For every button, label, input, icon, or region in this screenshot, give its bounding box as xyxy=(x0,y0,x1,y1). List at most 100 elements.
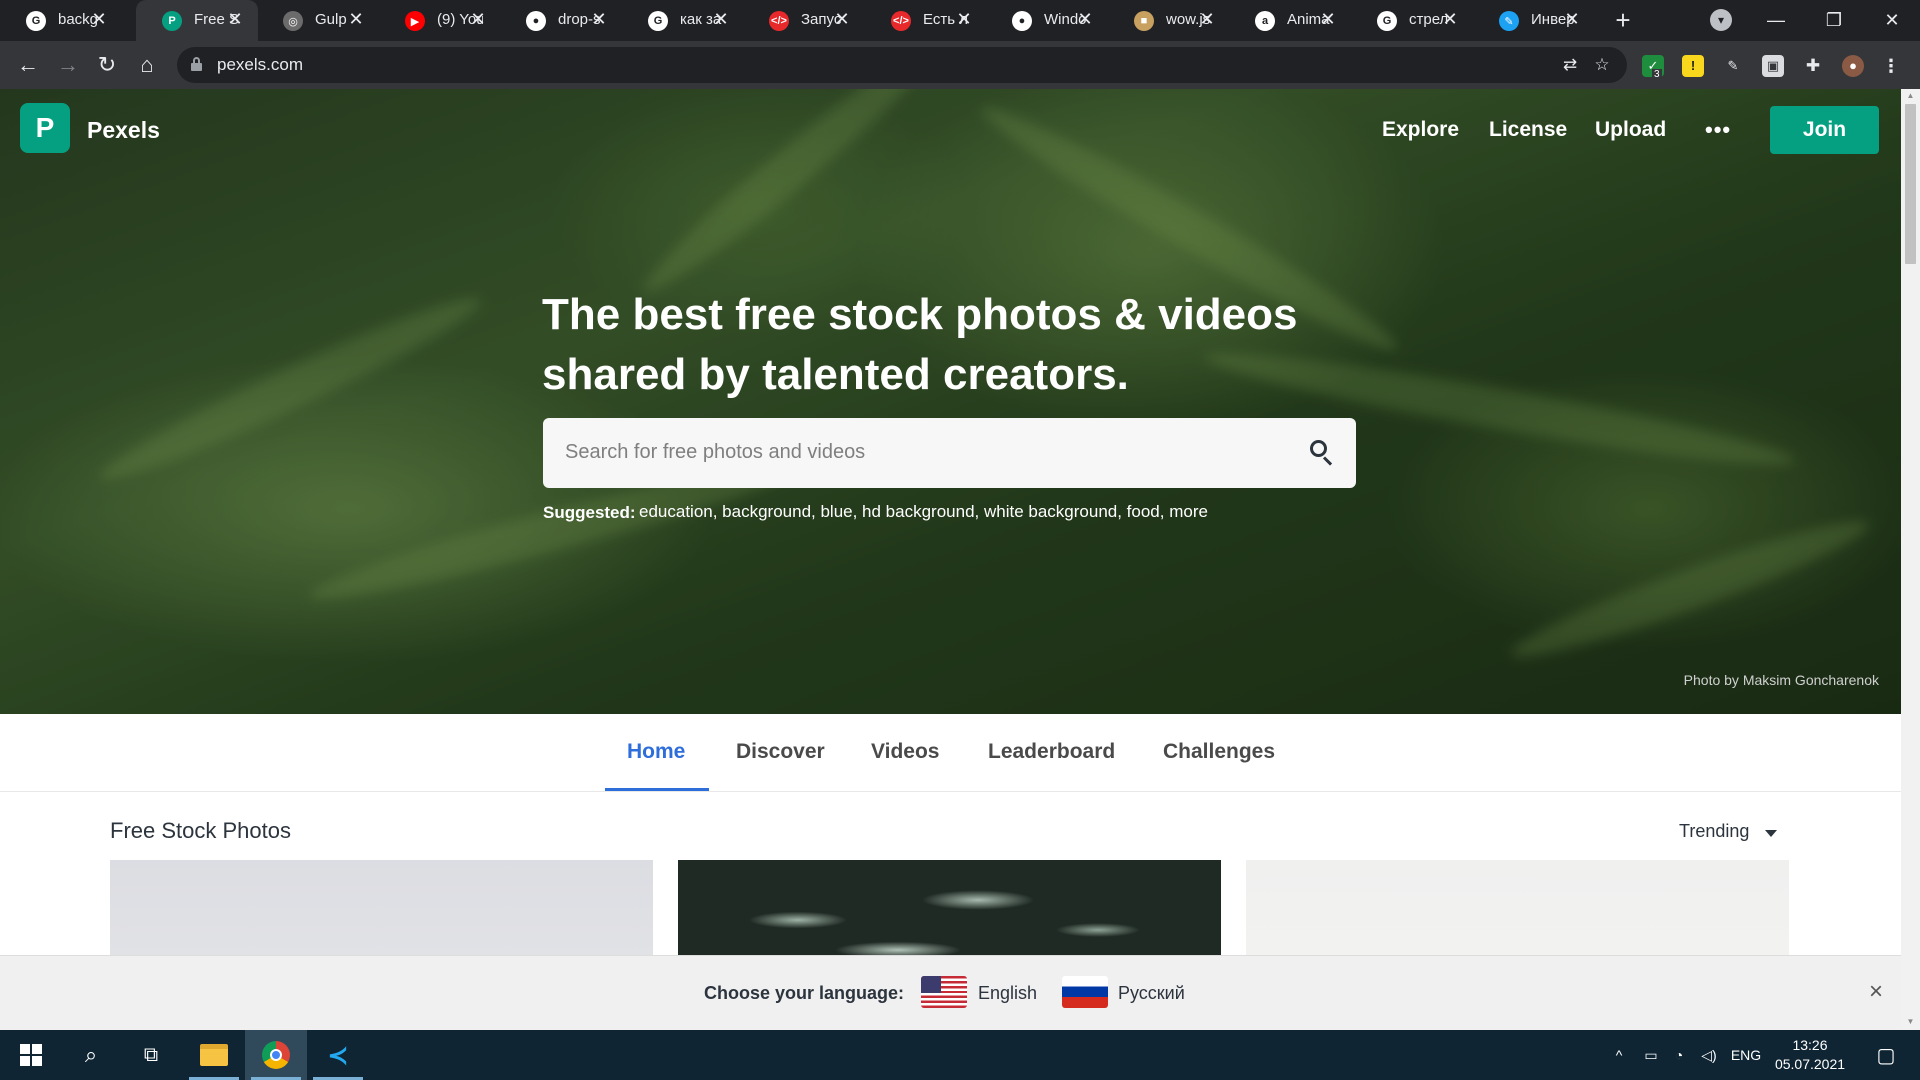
tray-chevron-icon[interactable]: ^ xyxy=(1604,1030,1634,1080)
minimize-button[interactable]: — xyxy=(1747,0,1805,41)
suggested-keywords[interactable]: education, background, blue, hd backgrou… xyxy=(639,502,1208,522)
tab-close-icon[interactable]: ✕ xyxy=(831,8,853,30)
task-view-icon[interactable]: ⧉ xyxy=(120,1030,182,1080)
forward-button[interactable]: → xyxy=(54,51,82,79)
chevron-down-icon[interactable] xyxy=(1765,830,1777,837)
browser-tab[interactable]: ✎ Инвер ✕ xyxy=(1473,0,1595,41)
clock[interactable]: 13:26 05.07.2021 xyxy=(1765,1036,1855,1074)
active-tab-indicator xyxy=(605,788,709,791)
profile-avatar[interactable]: ● xyxy=(1842,55,1864,77)
tab-close-icon[interactable]: ✕ xyxy=(224,8,246,30)
tab-close-icon[interactable]: ✕ xyxy=(1561,8,1583,30)
browser-tab[interactable]: ● drop-s ✕ xyxy=(500,0,622,41)
image-icon: ■ xyxy=(1134,11,1154,31)
scroll-up-icon[interactable]: ▲ xyxy=(1905,91,1916,101)
browser-tab[interactable]: Gстрел ✕ xyxy=(1351,0,1473,41)
window-extension-icon[interactable]: ▣ xyxy=(1762,55,1784,77)
language-title: Choose your language: xyxy=(704,983,905,1003)
search-box[interactable]: Search for free photos and videos xyxy=(543,418,1356,488)
hero-headline: The best free stock photos & videos shar… xyxy=(542,285,1362,405)
translate-icon[interactable]: ⇄ xyxy=(1560,55,1580,75)
tab-close-icon[interactable]: ✕ xyxy=(1074,8,1096,30)
chrome-icon[interactable] xyxy=(245,1030,307,1080)
tab-close-icon[interactable]: ✕ xyxy=(88,8,110,30)
tab-home[interactable]: Home xyxy=(627,740,685,764)
globe-icon: ◎ xyxy=(283,11,303,31)
restore-button[interactable]: ❐ xyxy=(1805,0,1863,41)
extensions-puzzle-icon[interactable]: ✚ xyxy=(1802,55,1824,77)
tab-close-icon[interactable]: ✕ xyxy=(1317,8,1339,30)
windows-icon xyxy=(20,1044,42,1066)
browser-menu-icon[interactable]: ⋮ xyxy=(1880,55,1902,77)
lock-icon[interactable] xyxy=(191,57,202,71)
taskbar: ⌕ ⧉ ≺ ^ ▭ ◔ ◁) ENG 13:26 05.07.2021 ▢ xyxy=(0,1030,1920,1080)
start-button[interactable] xyxy=(0,1030,62,1080)
tab-close-icon[interactable]: ✕ xyxy=(345,8,367,30)
code-icon: </> xyxy=(891,11,911,31)
tab-close-icon[interactable]: ✕ xyxy=(467,8,489,30)
pexels-logo[interactable]: P xyxy=(20,103,70,153)
search-taskbar-icon[interactable]: ⌕ xyxy=(60,1030,122,1080)
tab-discover[interactable]: Discover xyxy=(736,740,825,764)
clock-time: 13:26 xyxy=(1792,1037,1828,1053)
clock-date: 05.07.2021 xyxy=(1774,1056,1846,1072)
us-flag-icon[interactable] xyxy=(921,976,967,1008)
browser-tab[interactable]: Gbackg ✕ xyxy=(0,0,122,41)
url-text[interactable]: pexels.com xyxy=(217,55,303,75)
language-russian[interactable]: Русский xyxy=(1118,983,1185,1004)
browser-tab[interactable]: </> Есть л ✕ xyxy=(865,0,987,41)
file-explorer-icon[interactable] xyxy=(183,1030,245,1080)
browser-tab[interactable]: </> Запус ✕ xyxy=(743,0,865,41)
sort-dropdown[interactable]: Trending xyxy=(1679,821,1749,842)
tab-leaderboard[interactable]: Leaderboard xyxy=(988,740,1115,764)
browser-tab[interactable]: ● Windo ✕ xyxy=(986,0,1108,41)
browser-tab[interactable]: ■ wow.js ✕ xyxy=(1108,0,1230,41)
input-language[interactable]: ENG xyxy=(1728,1030,1764,1080)
note-extension-icon[interactable]: ! xyxy=(1682,55,1704,77)
eyedropper-extension-icon[interactable]: ✎ xyxy=(1722,55,1744,77)
reload-button[interactable]: ↻ xyxy=(93,51,121,79)
bookmark-star-icon[interactable]: ☆ xyxy=(1592,55,1612,75)
tab-close-icon[interactable]: ✕ xyxy=(710,8,732,30)
join-button[interactable]: Join xyxy=(1770,106,1879,154)
photo-credit[interactable]: Photo by Maksim Goncharenok xyxy=(1684,672,1879,688)
more-menu-icon[interactable]: ••• xyxy=(1705,117,1731,143)
address-bar[interactable]: pexels.com ⇄ ☆ xyxy=(177,47,1627,83)
tab-close-icon[interactable]: ✕ xyxy=(1439,8,1461,30)
search-icon[interactable] xyxy=(1310,440,1336,466)
tab-challenges[interactable]: Challenges xyxy=(1163,740,1275,764)
browser-tab[interactable]: ▶ (9) You ✕ xyxy=(379,0,501,41)
browser-tab[interactable]: a Anima ✕ xyxy=(1229,0,1351,41)
scrollbar[interactable]: ▲ ▼ xyxy=(1901,89,1920,1030)
wifi-icon[interactable]: ◔ xyxy=(1664,1030,1694,1080)
tab-close-icon[interactable]: ✕ xyxy=(953,8,975,30)
content-tabs: Home Discover Videos Leaderboard Challen… xyxy=(0,714,1901,792)
tab-videos[interactable]: Videos xyxy=(871,740,939,764)
browser-tab[interactable]: Gкак за ✕ xyxy=(622,0,744,41)
browser-tab[interactable]: P Free S ✕ xyxy=(136,0,258,41)
russia-flag-icon[interactable] xyxy=(1062,976,1108,1008)
scroll-down-icon[interactable]: ▼ xyxy=(1905,1017,1916,1027)
language-english[interactable]: English xyxy=(978,983,1037,1004)
close-window-button[interactable]: ✕ xyxy=(1863,0,1920,41)
brand-name[interactable]: Pexels xyxy=(87,117,160,144)
nav-upload[interactable]: Upload xyxy=(1595,118,1666,142)
scroll-thumb[interactable] xyxy=(1905,104,1916,264)
nav-license[interactable]: License xyxy=(1489,118,1567,142)
browser-tab[interactable]: ◎ Gulp ✕ xyxy=(257,0,379,41)
tab-close-icon[interactable]: ✕ xyxy=(588,8,610,30)
back-button[interactable]: ← xyxy=(14,51,42,79)
search-input[interactable]: Search for free photos and videos xyxy=(565,441,865,464)
tab-close-icon[interactable]: ✕ xyxy=(1196,8,1218,30)
nav-explore[interactable]: Explore xyxy=(1382,118,1459,142)
volume-icon[interactable]: ◁) xyxy=(1694,1030,1724,1080)
tab-search-icon[interactable]: ▾ xyxy=(1710,9,1732,31)
new-tab-button[interactable]: + xyxy=(1608,6,1638,36)
battery-icon[interactable]: ▭ xyxy=(1636,1030,1666,1080)
section-title: Free Stock Photos xyxy=(110,818,291,843)
home-button[interactable]: ⌂ xyxy=(133,51,161,79)
notification-icon[interactable]: ▢ xyxy=(1866,1030,1906,1080)
vscode-icon[interactable]: ≺ xyxy=(307,1030,369,1080)
headline-line-2: shared by talented creators. xyxy=(542,350,1129,399)
close-icon[interactable]: × xyxy=(1869,978,1883,1006)
